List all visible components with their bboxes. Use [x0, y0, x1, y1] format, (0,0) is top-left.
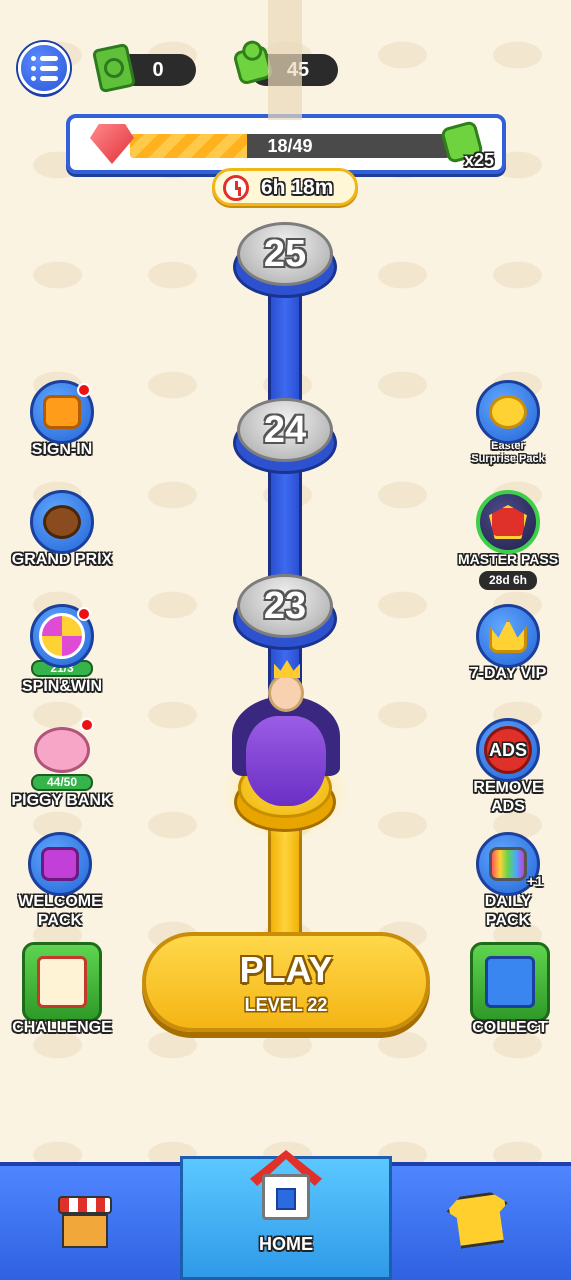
toolbox-icon [470, 942, 550, 1022]
piggy-icon [30, 718, 94, 782]
master-pass-icon [476, 490, 540, 554]
challenge-label: CHALLENGE [12, 1019, 112, 1036]
level-node-24[interactable]: 24 [233, 398, 337, 474]
daily-jar-icon: +1 [476, 832, 543, 896]
collect-button[interactable]: COLLECT [450, 942, 570, 1037]
progress-text: 18/49 [267, 135, 313, 156]
daily-pack-label: DAILY PACK [484, 893, 532, 929]
gem-icon [90, 124, 134, 164]
play-button[interactable]: PLAY LEVEL 22 [142, 932, 430, 1032]
menu-button[interactable] [18, 42, 70, 94]
level-node-25[interactable]: 25 [233, 222, 337, 298]
level-node-23[interactable]: 23 [233, 574, 337, 650]
easter-pack-button[interactable]: Easter Surprise Pack [448, 380, 568, 466]
wheel-icon [30, 604, 94, 668]
outfit-icon[interactable] [448, 1190, 526, 1252]
easter-basket-icon [476, 380, 540, 444]
welcome-gift-icon [28, 832, 92, 896]
gift-icon [30, 380, 94, 444]
progress-panel[interactable]: 18/49 x25 [66, 114, 506, 174]
spin-win-button[interactable]: 21/3 SPIN&WIN [2, 604, 122, 696]
reward-multiplier: x25 [463, 150, 494, 170]
home-icon[interactable] [250, 1150, 322, 1224]
notification-dot [80, 718, 94, 732]
level-number: 25 [263, 232, 307, 275]
level-number: 23 [263, 584, 307, 627]
level-number: 24 [263, 408, 307, 451]
master-pass-timer: 28d 6h [479, 571, 537, 590]
grand-prix-button[interactable]: GRAND PRIX [2, 490, 122, 569]
clock-icon [223, 175, 249, 201]
path-faded [268, 0, 302, 120]
play-title: PLAY [239, 948, 333, 990]
timer-text: 6h 18m [261, 176, 334, 199]
daily-plus: +1 [527, 873, 543, 889]
ticket-count: 0 [152, 58, 164, 81]
collect-label: COLLECT [472, 1019, 548, 1036]
piggy-bank-label: PIGGY BANK [11, 792, 113, 809]
remove-ads-label: REMOVE ADS [473, 779, 543, 815]
spin-win-label: SPIN&WIN [22, 678, 102, 695]
piggy-bank-button[interactable]: 44/50 PIGGY BANK [2, 718, 122, 810]
nav-home-label[interactable]: HOME [180, 1234, 392, 1255]
horse-icon [30, 490, 94, 554]
calendar-icon [22, 942, 102, 1022]
vip-crown-icon [476, 604, 540, 668]
master-pass-button[interactable]: MASTER PASS 28d 6h [448, 490, 568, 590]
sign-in-button[interactable]: SIGN-IN [2, 380, 122, 459]
ads-text: ADS [484, 726, 532, 774]
vip-button[interactable]: 7-DAY VIP [448, 604, 568, 683]
notification-dot [77, 607, 91, 621]
no-ads-icon: ADS [476, 718, 540, 782]
queen-avatar [232, 660, 340, 808]
welcome-pack-label: WELCOME PACK [18, 893, 102, 929]
event-timer: 6h 18m [212, 168, 358, 206]
notification-dot [77, 383, 91, 397]
remove-ads-button[interactable]: ADS REMOVE ADS [448, 718, 568, 816]
play-level: LEVEL 22 [244, 994, 328, 1015]
challenge-button[interactable]: CHALLENGE [2, 942, 122, 1037]
welcome-pack-button[interactable]: WELCOME PACK [0, 832, 120, 930]
daily-pack-button[interactable]: +1 DAILY PACK [448, 832, 568, 930]
shop-icon[interactable] [58, 1196, 112, 1250]
